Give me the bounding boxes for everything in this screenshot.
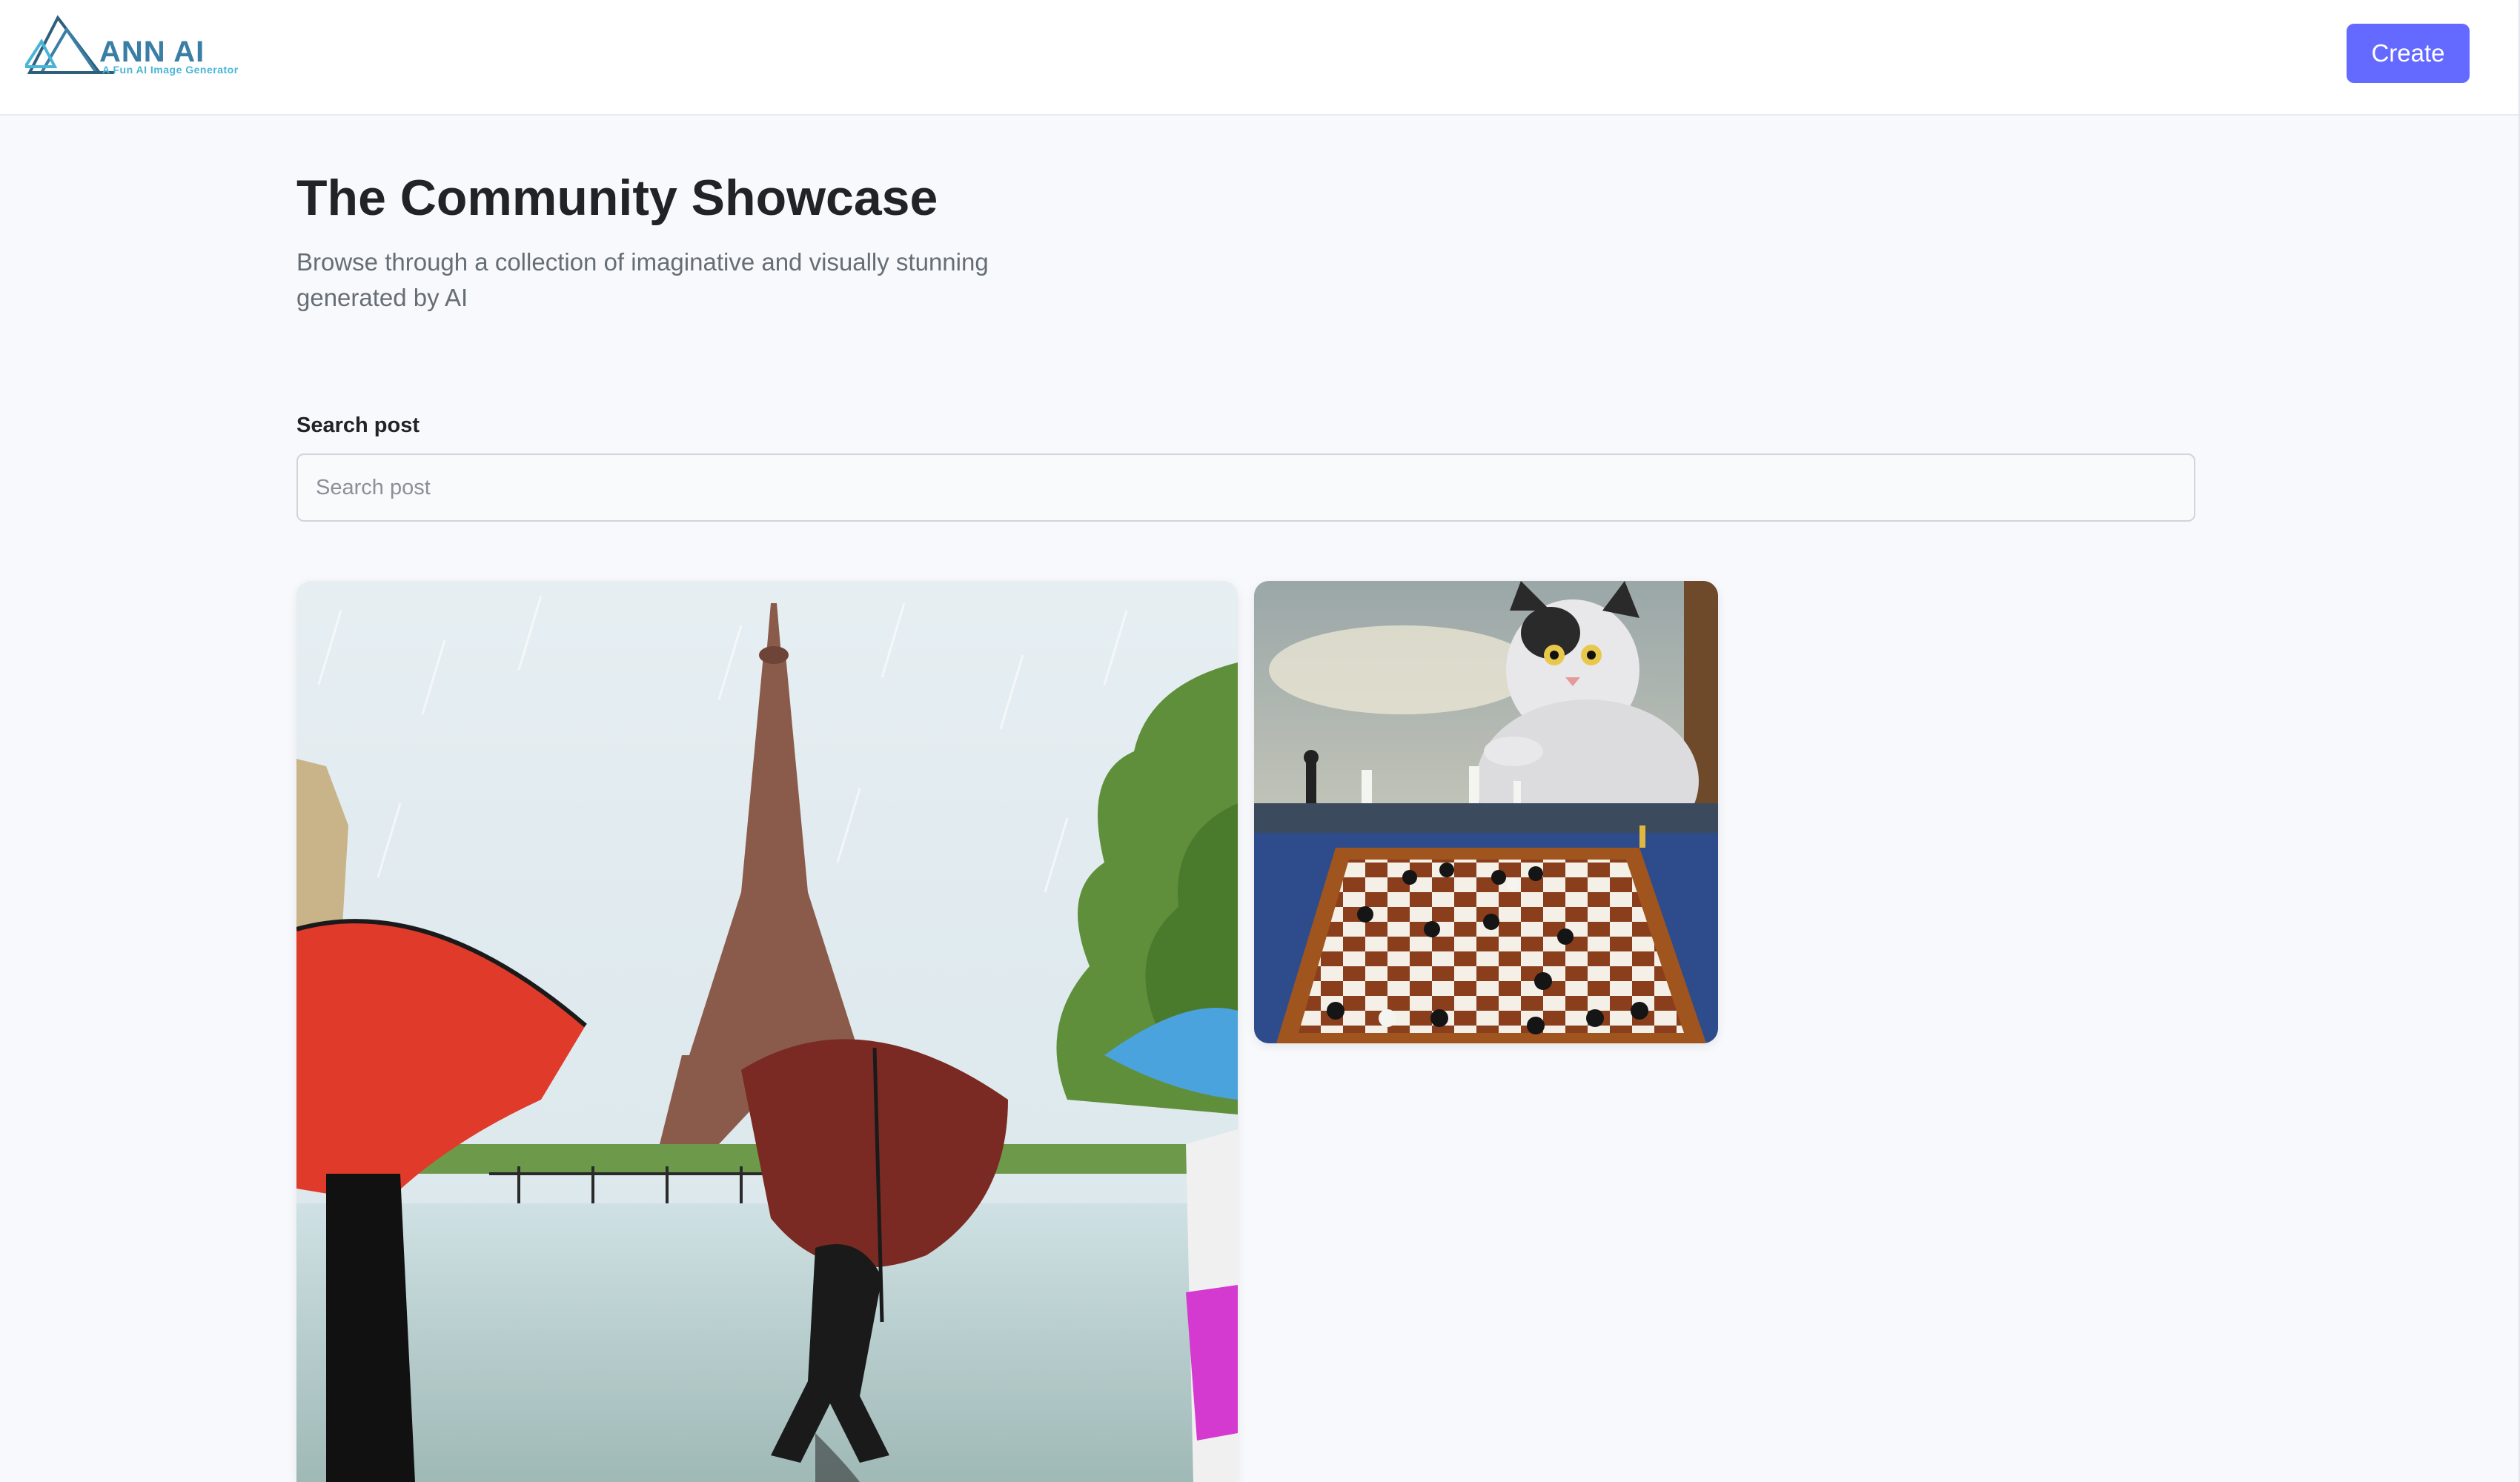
site-header: ANN AI A Fun AI Image Generator Create bbox=[0, 0, 2519, 116]
post-image bbox=[1254, 581, 1718, 1043]
logo[interactable]: ANN AI A Fun AI Image Generator bbox=[25, 15, 270, 82]
post-card-cat-chess[interactable] bbox=[1254, 581, 1718, 1043]
search-input[interactable] bbox=[296, 453, 2195, 522]
page-subtitle: Browse through a collection of imaginati… bbox=[296, 248, 989, 311]
create-button[interactable]: Create bbox=[2347, 24, 2470, 83]
post-card-paris-umbrellas[interactable] bbox=[296, 581, 1238, 1482]
post-image bbox=[296, 581, 1238, 1482]
page-title: The Community Showcase bbox=[296, 170, 938, 226]
logo-tagline: A Fun AI Image Generator bbox=[102, 64, 239, 76]
search-label: Search post bbox=[296, 413, 420, 437]
